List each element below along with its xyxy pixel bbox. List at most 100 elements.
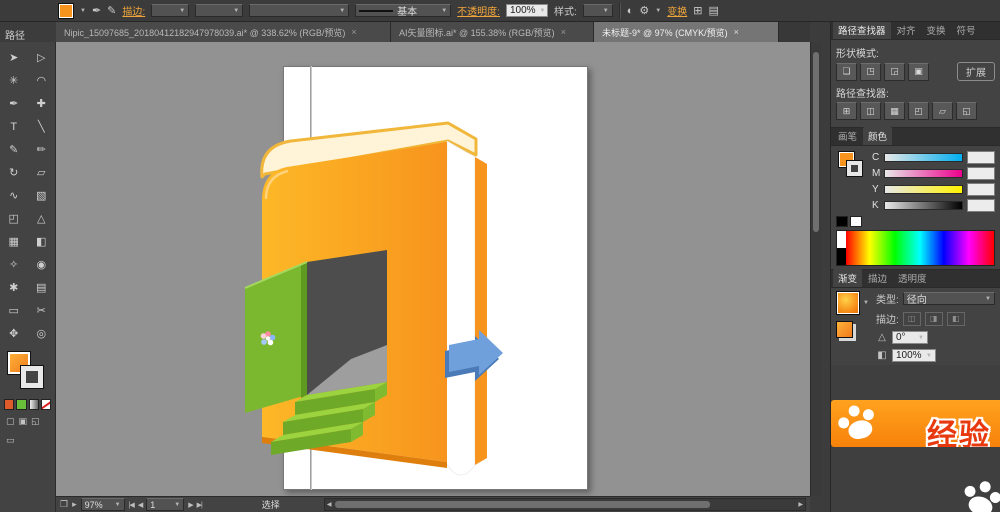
tab-transparency[interactable]: 透明度 bbox=[893, 269, 932, 287]
tab-pathfinder[interactable]: 路径查找器 bbox=[833, 22, 891, 39]
vertical-scrollbar-thumb[interactable] bbox=[813, 52, 819, 232]
gradient-button[interactable] bbox=[28, 399, 39, 410]
close-icon[interactable]: × bbox=[561, 27, 566, 37]
transform-link[interactable]: 变换 bbox=[667, 3, 687, 18]
horizontal-scrollbar-thumb[interactable] bbox=[335, 501, 710, 508]
book-pages[interactable] bbox=[444, 140, 476, 476]
minus-back-button[interactable]: ◱ bbox=[956, 102, 977, 120]
fill-color-swatch[interactable] bbox=[58, 2, 74, 19]
stroke-gradient-across-button[interactable]: ◧ bbox=[946, 311, 965, 326]
shape-builder-tool-button[interactable]: ◰ bbox=[0, 207, 28, 230]
stroke-link[interactable]: 描边: bbox=[122, 3, 145, 18]
white-swatch[interactable] bbox=[850, 216, 862, 227]
last-artboard-button[interactable]: ▶| bbox=[197, 501, 203, 509]
tab-align[interactable]: 对齐 bbox=[892, 22, 921, 39]
tab-gradient[interactable]: 渐变 bbox=[833, 269, 863, 287]
scroll-left-icon[interactable]: ◀ bbox=[325, 501, 334, 508]
tab-color[interactable]: 颜色 bbox=[863, 127, 893, 145]
draw-behind-icon[interactable]: ▣ bbox=[19, 416, 28, 427]
magenta-value-field[interactable] bbox=[967, 167, 995, 180]
spectrum-ramp[interactable] bbox=[846, 231, 994, 265]
intersect-button[interactable]: ◲ bbox=[884, 62, 905, 81]
document-tab-3-active[interactable]: 未标题-9* @ 97% (CMYK/预览) × bbox=[594, 22, 779, 42]
black-value-field[interactable] bbox=[967, 199, 995, 212]
pen-tool-button[interactable]: ✒ bbox=[0, 92, 28, 115]
black-swatch[interactable] bbox=[836, 216, 848, 227]
hand-tool-button[interactable]: ✥ bbox=[0, 322, 28, 345]
rotate-tool-button[interactable]: ↻ bbox=[0, 161, 28, 184]
direct-selection-tool-button[interactable]: ▷ bbox=[28, 46, 56, 69]
yellow-value-field[interactable] bbox=[967, 183, 995, 196]
draw-normal-icon[interactable]: ▢ bbox=[6, 416, 15, 427]
prev-artboard-button[interactable]: ◀ bbox=[138, 501, 143, 509]
black-slider[interactable] bbox=[884, 201, 963, 210]
vertical-scrollbar[interactable] bbox=[810, 42, 821, 496]
blend-tool-button[interactable]: ◉ bbox=[28, 253, 56, 276]
selection-tool-button[interactable]: ➤ bbox=[0, 46, 28, 69]
scroll-right-icon[interactable]: ▶ bbox=[796, 501, 805, 508]
color-spectrum[interactable] bbox=[836, 230, 995, 266]
gradient-swatch-caret-icon[interactable]: ▼ bbox=[863, 300, 869, 306]
stroke-gradient-along-button[interactable]: ◨ bbox=[924, 311, 943, 326]
document-tab-1[interactable]: Nipic_15097685_20180412182947978039.ai* … bbox=[56, 22, 391, 42]
close-icon[interactable]: × bbox=[734, 27, 739, 37]
opacity-link[interactable]: 不透明度: bbox=[457, 3, 500, 18]
stroke-gradient-within-button[interactable]: ◫ bbox=[902, 311, 921, 326]
line-segment-tool-button[interactable]: ╲ bbox=[28, 115, 56, 138]
artboards-icon[interactable]: ❐ bbox=[60, 499, 68, 510]
variable-width-dropdown[interactable]: ▼ bbox=[249, 4, 350, 17]
stroke-proxy[interactable] bbox=[846, 160, 863, 177]
stroke-profile-dropdown[interactable]: ▼ bbox=[195, 4, 244, 17]
document-info-icon[interactable]: ▸ bbox=[72, 499, 77, 510]
bw-spectrum-cap[interactable] bbox=[837, 231, 846, 265]
stroke-weight-dropdown[interactable]: ▼ bbox=[151, 4, 190, 17]
lasso-tool-button[interactable]: ◠ bbox=[28, 69, 56, 92]
outline-button[interactable]: ▱ bbox=[932, 102, 953, 120]
scale-tool-button[interactable]: ▱ bbox=[28, 161, 56, 184]
magic-wand-tool-button[interactable]: ✳ bbox=[0, 69, 28, 92]
crop-button[interactable]: ◰ bbox=[908, 102, 929, 120]
next-artboard-button[interactable]: ▶ bbox=[188, 501, 193, 509]
gradient-angle-dropdown[interactable]: 0° ▼ bbox=[892, 331, 928, 344]
preferences-icon[interactable]: ⚙ bbox=[639, 4, 649, 17]
last-color-button[interactable] bbox=[16, 399, 27, 410]
cyan-slider[interactable] bbox=[884, 153, 963, 162]
trim-button[interactable]: ◫ bbox=[860, 102, 881, 120]
align-grid-icon[interactable]: ⊞ bbox=[693, 4, 702, 17]
tab-brushes[interactable]: 画笔 bbox=[833, 127, 862, 145]
type-tool-button[interactable]: T bbox=[0, 115, 28, 138]
book-back-cover-edge[interactable] bbox=[475, 157, 487, 465]
merge-button[interactable]: ▦ bbox=[884, 102, 905, 120]
none-button[interactable] bbox=[40, 399, 51, 410]
perspective-grid-tool-button[interactable]: △ bbox=[28, 207, 56, 230]
book-illustration[interactable] bbox=[235, 115, 515, 495]
magenta-slider[interactable] bbox=[884, 169, 963, 178]
draw-inside-icon[interactable]: ◱ bbox=[31, 416, 40, 427]
first-artboard-button[interactable]: |◀ bbox=[129, 501, 135, 509]
artboard-tool-button[interactable]: ▭ bbox=[0, 299, 28, 322]
expand-button[interactable]: 扩展 bbox=[957, 62, 995, 81]
gradient-type-dropdown[interactable]: 径向 ▼ bbox=[902, 292, 995, 306]
color-fill-stroke-indicator[interactable] bbox=[836, 149, 866, 183]
workspace-icon[interactable]: ▤ bbox=[708, 4, 718, 17]
free-transform-tool-button[interactable]: ▧ bbox=[28, 184, 56, 207]
brush-definition-dropdown[interactable]: 基本 ▼ bbox=[355, 4, 452, 18]
close-icon[interactable]: × bbox=[351, 27, 356, 37]
gradient-tool-button[interactable]: ◧ bbox=[28, 230, 56, 253]
yellow-slider[interactable] bbox=[884, 185, 963, 194]
style-dropdown[interactable]: ▼ bbox=[582, 4, 613, 17]
tab-stroke[interactable]: 描边 bbox=[863, 269, 892, 287]
gradient-location-dropdown[interactable]: 100% ▼ bbox=[892, 349, 936, 362]
tab-symbols[interactable]: 符号 bbox=[952, 22, 981, 39]
stroke-swatch[interactable] bbox=[20, 365, 44, 389]
cyan-value-field[interactable] bbox=[967, 151, 995, 164]
zoom-tool-button[interactable]: ◎ bbox=[28, 322, 56, 345]
pencil-tool-button[interactable]: ✏ bbox=[28, 138, 56, 161]
horizontal-scrollbar[interactable]: ◀ ▶ bbox=[323, 498, 806, 511]
eyedropper-tool-button[interactable]: ✧ bbox=[0, 253, 28, 276]
gradient-fill-stroke-proxy[interactable] bbox=[836, 321, 853, 338]
add-anchor-tool-button[interactable]: ✚ bbox=[28, 92, 56, 115]
canvas[interactable] bbox=[56, 42, 810, 496]
column-graph-tool-button[interactable]: ▤ bbox=[28, 276, 56, 299]
unite-button[interactable]: ❏ bbox=[836, 62, 857, 81]
